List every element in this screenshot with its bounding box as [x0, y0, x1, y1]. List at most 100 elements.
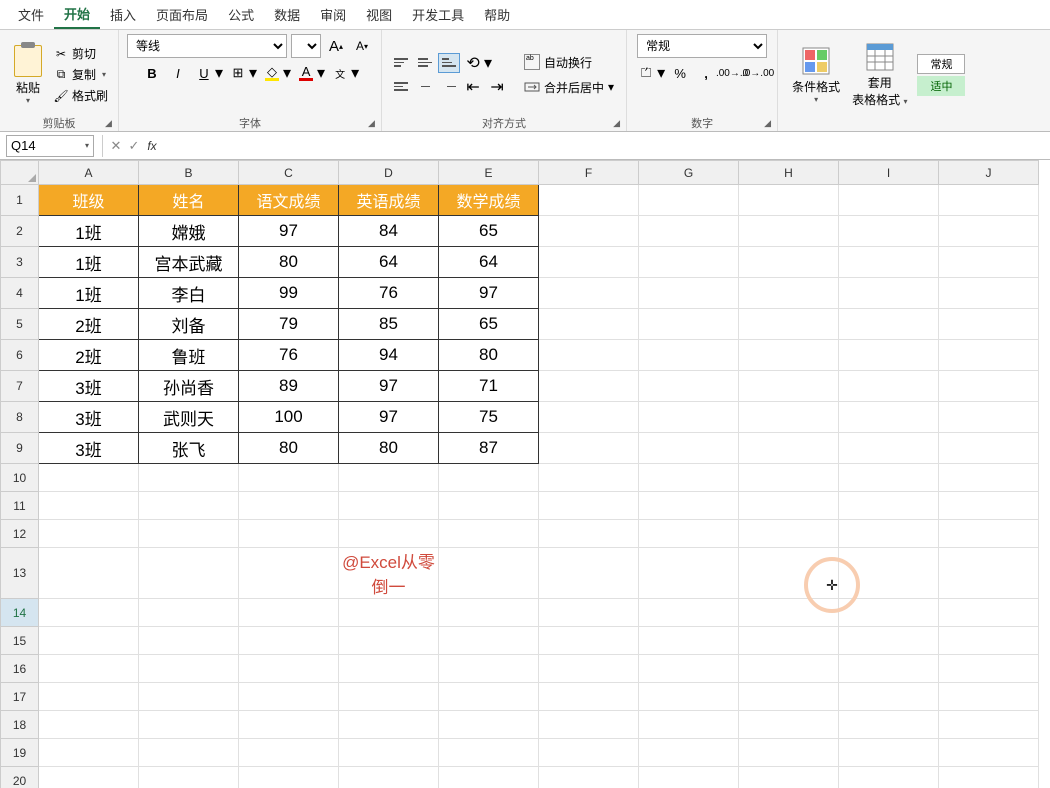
- menu-page-layout[interactable]: 页面布局: [146, 1, 218, 28]
- row-header-17[interactable]: 17: [1, 683, 39, 711]
- cell-B15[interactable]: [139, 627, 239, 655]
- cell-H19[interactable]: [739, 739, 839, 767]
- cell-A2[interactable]: 1班: [39, 216, 139, 247]
- cell-J11[interactable]: [939, 492, 1039, 520]
- cell-A9[interactable]: 3班: [39, 433, 139, 464]
- row-header-6[interactable]: 6: [1, 340, 39, 371]
- cell-A13[interactable]: [39, 548, 139, 599]
- cell-G18[interactable]: [639, 711, 739, 739]
- cell-E5[interactable]: 65: [439, 309, 539, 340]
- cell-B9[interactable]: 张飞: [139, 433, 239, 464]
- cell-C4[interactable]: 99: [239, 278, 339, 309]
- cell-I18[interactable]: [839, 711, 939, 739]
- cell-F16[interactable]: [539, 655, 639, 683]
- increase-indent-button[interactable]: ⇥: [486, 77, 508, 97]
- cell-A5[interactable]: 2班: [39, 309, 139, 340]
- cell-D17[interactable]: [339, 683, 439, 711]
- cell-I9[interactable]: [839, 433, 939, 464]
- cell-C3[interactable]: 80: [239, 247, 339, 278]
- cell-H15[interactable]: [739, 627, 839, 655]
- cell-G2[interactable]: [639, 216, 739, 247]
- cell-J13[interactable]: [939, 548, 1039, 599]
- cell-G3[interactable]: [639, 247, 739, 278]
- row-header-16[interactable]: 16: [1, 655, 39, 683]
- cell-J19[interactable]: [939, 739, 1039, 767]
- bold-button[interactable]: B: [141, 62, 163, 84]
- menu-help[interactable]: 帮助: [474, 1, 520, 28]
- cell-C13[interactable]: [239, 548, 339, 599]
- cell-F11[interactable]: [539, 492, 639, 520]
- cell-A16[interactable]: [39, 655, 139, 683]
- cell-H10[interactable]: [739, 464, 839, 492]
- cell-A14[interactable]: [39, 599, 139, 627]
- cell-E15[interactable]: [439, 627, 539, 655]
- font-name-select[interactable]: 等线: [127, 34, 287, 58]
- cell-H3[interactable]: [739, 247, 839, 278]
- number-dialog-launcher[interactable]: ◢: [764, 118, 774, 128]
- cell-J10[interactable]: [939, 464, 1039, 492]
- cell-G14[interactable]: [639, 599, 739, 627]
- cell-E17[interactable]: [439, 683, 539, 711]
- cell-A20[interactable]: [39, 767, 139, 788]
- italic-button[interactable]: I: [167, 62, 189, 84]
- cell-I11[interactable]: [839, 492, 939, 520]
- conditional-format-button[interactable]: 条件格式 ▾: [786, 44, 846, 106]
- row-header-15[interactable]: 15: [1, 627, 39, 655]
- cell-E19[interactable]: [439, 739, 539, 767]
- col-header-F[interactable]: F: [539, 161, 639, 185]
- cell-I4[interactable]: [839, 278, 939, 309]
- cell-C20[interactable]: [239, 767, 339, 788]
- cell-C19[interactable]: [239, 739, 339, 767]
- cell-D9[interactable]: 80: [339, 433, 439, 464]
- align-left-button[interactable]: [390, 77, 412, 97]
- cell-C11[interactable]: [239, 492, 339, 520]
- cell-C1[interactable]: 语文成绩: [239, 185, 339, 216]
- cell-F10[interactable]: [539, 464, 639, 492]
- cell-style-gallery[interactable]: 常规 适中: [917, 54, 965, 96]
- cell-I7[interactable]: [839, 371, 939, 402]
- cell-D10[interactable]: [339, 464, 439, 492]
- cell-E14[interactable]: [439, 599, 539, 627]
- cell-G12[interactable]: [639, 520, 739, 548]
- cell-D12[interactable]: [339, 520, 439, 548]
- spreadsheet-grid[interactable]: ABCDEFGHIJ1班级姓名语文成绩英语成绩数学成绩21班嫦娥97846531…: [0, 160, 1050, 788]
- decrease-font-button[interactable]: A▾: [351, 35, 373, 57]
- cell-C7[interactable]: 89: [239, 371, 339, 402]
- cell-J5[interactable]: [939, 309, 1039, 340]
- cell-F19[interactable]: [539, 739, 639, 767]
- cell-B11[interactable]: [139, 492, 239, 520]
- copy-button[interactable]: ⧉ 复制 ▾: [52, 65, 110, 84]
- col-header-J[interactable]: J: [939, 161, 1039, 185]
- cell-I8[interactable]: [839, 402, 939, 433]
- cell-D15[interactable]: [339, 627, 439, 655]
- increase-decimal-button[interactable]: .00→.0: [721, 62, 743, 84]
- cell-A12[interactable]: [39, 520, 139, 548]
- cell-H4[interactable]: [739, 278, 839, 309]
- cell-C14[interactable]: [239, 599, 339, 627]
- cell-I16[interactable]: [839, 655, 939, 683]
- font-color-button[interactable]: A▾: [295, 62, 325, 84]
- menu-file[interactable]: 文件: [8, 1, 54, 28]
- cell-A1[interactable]: 班级: [39, 185, 139, 216]
- cell-F13[interactable]: [539, 548, 639, 599]
- cell-B3[interactable]: 宫本武藏: [139, 247, 239, 278]
- cell-I2[interactable]: [839, 216, 939, 247]
- cell-H16[interactable]: [739, 655, 839, 683]
- col-header-B[interactable]: B: [139, 161, 239, 185]
- cell-E3[interactable]: 64: [439, 247, 539, 278]
- col-header-G[interactable]: G: [639, 161, 739, 185]
- underline-button[interactable]: U▾: [193, 62, 223, 84]
- cell-I13[interactable]: [839, 548, 939, 599]
- cell-I3[interactable]: [839, 247, 939, 278]
- menu-formula[interactable]: 公式: [218, 1, 264, 28]
- cell-E13[interactable]: [439, 548, 539, 599]
- cell-I14[interactable]: [839, 599, 939, 627]
- cell-C15[interactable]: [239, 627, 339, 655]
- cell-E10[interactable]: [439, 464, 539, 492]
- cell-A18[interactable]: [39, 711, 139, 739]
- cell-E7[interactable]: 71: [439, 371, 539, 402]
- cell-G7[interactable]: [639, 371, 739, 402]
- cell-C12[interactable]: [239, 520, 339, 548]
- align-right-button[interactable]: [438, 77, 460, 97]
- cell-J4[interactable]: [939, 278, 1039, 309]
